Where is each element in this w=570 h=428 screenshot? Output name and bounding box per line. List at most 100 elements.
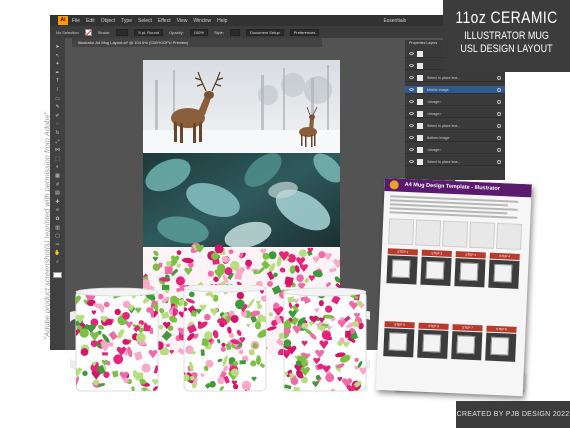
layer-row[interactable]: Bottom Image <box>405 134 505 142</box>
layer-row[interactable]: Select to place ima... <box>405 158 505 166</box>
tool-slice-icon[interactable]: ✂ <box>53 242 62 248</box>
document-tab[interactable]: Illustrator A4 Mug Layout.ai* @ 104.5% (… <box>72 38 322 47</box>
menu-edit[interactable]: Edit <box>86 18 95 24</box>
tool-wand-icon[interactable]: ✦ <box>53 61 62 67</box>
visibility-eye-icon[interactable] <box>409 112 414 115</box>
menu-help[interactable]: Help <box>217 18 227 24</box>
template-sheet-header: A4 Mug Design Template - Illustrator <box>384 178 532 198</box>
fill-swatch[interactable] <box>84 28 92 36</box>
pattern-motif <box>176 263 181 268</box>
pattern-motif <box>273 272 278 278</box>
tool-hand-icon[interactable]: ✋ <box>53 250 62 256</box>
tool-eraser-icon[interactable]: ◌ <box>53 121 62 127</box>
pattern-motif <box>158 262 163 268</box>
tool-mesh-icon[interactable]: # <box>53 182 62 188</box>
tool-arrow-icon[interactable]: ➤ <box>53 44 62 50</box>
layer-thumbnail <box>417 111 423 117</box>
layer-name: Select to place ima... <box>427 160 461 164</box>
visibility-eye-icon[interactable] <box>409 76 414 79</box>
target-circle-icon[interactable] <box>497 88 501 92</box>
pattern-motif <box>293 386 300 391</box>
step-thumbnail <box>490 336 510 356</box>
pattern-motif <box>204 313 211 321</box>
visibility-eye-icon[interactable] <box>409 88 414 91</box>
document-setup-button[interactable]: Document Setup <box>245 28 284 36</box>
tool-type-icon[interactable]: T <box>53 78 62 84</box>
tool-blend-icon[interactable]: ∞ <box>53 207 62 213</box>
tool-pencil-icon[interactable]: ✐ <box>53 113 62 119</box>
pattern-motif <box>321 330 332 340</box>
fill-stroke-swatch[interactable] <box>53 271 62 278</box>
layer-row[interactable]: Select to place ima... <box>405 122 505 130</box>
pattern-motif <box>284 320 291 327</box>
pattern-motif <box>230 315 239 323</box>
pattern-motif <box>253 270 258 275</box>
layer-name: Middle Image <box>427 88 449 92</box>
menu-type[interactable]: Type <box>121 18 132 24</box>
tool-line-icon[interactable]: / <box>53 87 62 93</box>
visibility-eye-icon[interactable] <box>409 64 414 67</box>
stroke-style-dropdown[interactable]: 5 pt. Round <box>134 28 164 36</box>
opacity-field[interactable]: 100% <box>189 28 208 36</box>
tool-rect-icon[interactable]: ▭ <box>53 96 62 102</box>
visibility-eye-icon[interactable] <box>409 52 414 55</box>
workspace-switcher[interactable]: Essentials <box>383 18 406 24</box>
menu-window[interactable]: Window <box>193 18 211 24</box>
menu-object[interactable]: Object <box>101 18 115 24</box>
tool-width-icon[interactable]: ⋈ <box>53 147 62 153</box>
tool-gradient-icon[interactable]: ▤ <box>53 190 62 196</box>
visibility-eye-icon[interactable] <box>409 148 414 151</box>
visibility-eye-icon[interactable] <box>409 124 414 127</box>
pattern-motif <box>232 360 239 367</box>
layer-row[interactable]: <Image> <box>405 98 505 106</box>
tool-eyedropper-icon[interactable]: ✚ <box>53 199 62 205</box>
tool-rotate-icon[interactable]: ↻ <box>53 130 62 136</box>
tool-free-transform-icon[interactable]: ⬚ <box>53 156 62 162</box>
mug-center <box>183 285 267 392</box>
pattern-motif <box>296 274 304 282</box>
layer-thumbnail <box>417 63 423 69</box>
layer-thumbnail <box>417 87 423 93</box>
target-circle-icon[interactable] <box>497 136 501 140</box>
tool-graph-icon[interactable]: ▥ <box>53 225 62 231</box>
target-circle-icon[interactable] <box>497 112 501 116</box>
menu-view[interactable]: View <box>177 18 188 24</box>
target-circle-icon[interactable] <box>497 148 501 152</box>
menu-file[interactable]: File <box>72 18 80 24</box>
visibility-eye-icon[interactable] <box>409 160 414 163</box>
visibility-eye-icon[interactable] <box>409 136 414 139</box>
tool-brush-icon[interactable]: ✎ <box>53 104 62 110</box>
style-dropdown[interactable] <box>229 28 240 36</box>
target-circle-icon[interactable] <box>497 160 501 164</box>
tool-scale-icon[interactable]: ⤢ <box>53 139 62 145</box>
pattern-motif <box>317 363 324 370</box>
tool-direct-select-icon[interactable]: ↖ <box>53 53 62 59</box>
pattern-motif <box>79 328 89 338</box>
menu-effect[interactable]: Effect <box>158 18 171 24</box>
tool-pen-icon[interactable]: ✒ <box>53 70 62 76</box>
layers-panel-tab[interactable]: Properties Layers <box>409 41 437 45</box>
visibility-eye-icon[interactable] <box>409 100 414 103</box>
pattern-motif <box>256 303 262 309</box>
tool-shape-builder-icon[interactable]: ◐ <box>53 164 62 170</box>
layer-row[interactable]: Select to place ima... <box>405 74 505 82</box>
layer-row[interactable]: <Image> <box>405 146 505 154</box>
tools-panel: ➤ ↖ ✦ ✒ T / ▭ ✎ ✐ ◌ ↻ ⤢ ⋈ ⬚ ◐ ▦ # ▤ ✚ ∞ ✿ ▥ ▢ ✂ ✋ ⌕ <box>50 38 65 350</box>
tool-perspective-icon[interactable]: ▦ <box>53 173 62 179</box>
layer-row[interactable]: <Image> <box>405 110 505 118</box>
pattern-motif <box>209 381 216 388</box>
style-label: Style: <box>213 29 224 35</box>
layer-row[interactable]: Middle Image <box>405 86 505 94</box>
target-circle-icon[interactable] <box>497 100 501 104</box>
tool-artboard-icon[interactable]: ▢ <box>53 233 62 239</box>
pattern-motif <box>339 337 345 343</box>
target-circle-icon[interactable] <box>497 124 501 128</box>
preferences-button[interactable]: Preferences <box>289 28 320 36</box>
mug-left <box>70 287 159 392</box>
tool-symbol-icon[interactable]: ✿ <box>53 216 62 222</box>
badge-title: 11oz CERAMIC <box>455 8 558 27</box>
target-circle-icon[interactable] <box>497 76 501 80</box>
tool-zoom-icon[interactable]: ⌕ <box>53 259 62 265</box>
menu-select[interactable]: Select <box>138 18 152 24</box>
stroke-weight-field[interactable] <box>116 28 129 36</box>
